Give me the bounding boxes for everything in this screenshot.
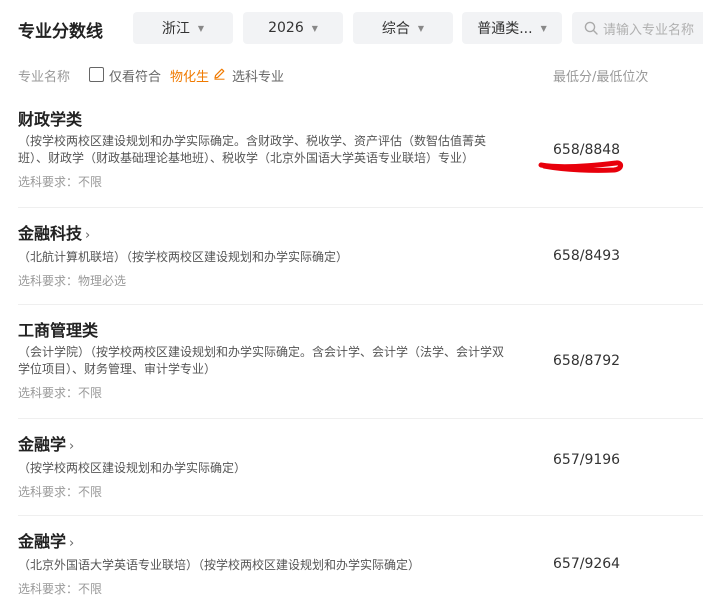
column-score: 最低分/最低位次 (553, 70, 649, 85)
row-divider (18, 515, 703, 516)
chevron-right-icon: › (69, 536, 75, 551)
chevron-right-icon: › (69, 439, 75, 454)
major-name-text: 金融学 (18, 435, 67, 454)
subject-requirement: 选科要求：不限 (18, 175, 103, 189)
major-row[interactable]: 金融学 › （按学校两校区建设规划和办学实际确定） 选科要求：不限 657/919… (18, 435, 703, 501)
top-bar: 专业分数线 浙江 ▼ 2026 ▼ 综合 ▼ 普通类... ▼ 请输入专业名称 (0, 0, 703, 56)
major-row[interactable]: 工商管理类 （会计学院）（按学校两校区建设规划和办学实际确定。含会计学、会计学（… (18, 321, 703, 402)
major-row[interactable]: 金融科技 › （北航计算机联培）（按学校两校区建设规划和办学实际确定） 选科要求：… (18, 224, 703, 290)
year-value: 2026 (268, 20, 304, 36)
major-row[interactable]: 金融学 › （北京外国语大学英语专业联培）（按学校两校区建设规划和办学实际确定） … (18, 532, 703, 598)
score-rank: 657/9196 (553, 452, 621, 468)
caret-down-icon: ▼ (197, 23, 205, 33)
caret-down-icon: ▼ (540, 23, 547, 33)
score-rank: 658/8792 (553, 353, 621, 369)
list-header: 专业名称 仅看符合 物化生 选科专业 最低分/最低位次 (18, 66, 688, 85)
major-description: （北京外国语大学英语专业联培）（按学校两校区建设规划和办学实际确定） (18, 558, 421, 572)
row-divider (18, 207, 703, 208)
subject-requirement: 选科要求：不限 (18, 386, 103, 400)
pencil-icon[interactable] (213, 67, 226, 80)
major-row[interactable]: 财政学类 （按学校两校区建设规划和办学实际确定。含财政学、税收学、资产评估（数智… (18, 110, 703, 191)
major-name-text: 工商管理类 (18, 321, 99, 340)
batch-value: 普通类... (477, 21, 533, 37)
score-rank: 657/9264 (553, 556, 621, 572)
major-name: 财政学类 (18, 110, 703, 130)
score-rank: 658/8493 (553, 248, 621, 264)
major-name-text: 金融学 (18, 532, 67, 551)
only-match-checkbox[interactable] (89, 67, 104, 82)
chevron-right-icon: › (85, 228, 91, 243)
category-value: 综合 (381, 21, 410, 37)
search-icon (584, 21, 598, 35)
subject-requirement: 选科要求：不限 (18, 582, 103, 596)
major-description: （按学校两校区建设规划和办学实际确定。含财政学、税收学、资产评估（数智估值菁英班… (18, 134, 487, 165)
batch-select[interactable]: 普通类... ▼ (462, 12, 562, 44)
search-input[interactable]: 请输入专业名称 (572, 12, 703, 44)
major-name[interactable]: 金融科技 › (18, 224, 703, 246)
category-select[interactable]: 综合 ▼ (353, 12, 453, 44)
search-placeholder: 请输入专业名称 (603, 22, 695, 38)
caret-down-icon: ▼ (311, 23, 318, 33)
province-value: 浙江 (161, 21, 190, 37)
row-divider (18, 418, 703, 419)
major-description: （会计学院）（按学校两校区建设规划和办学实际确定。含会计学、会计学（法学、会计学… (18, 345, 505, 376)
subject-suffix-label: 选科专业 (232, 70, 285, 85)
row-divider (18, 304, 703, 305)
only-match-label[interactable]: 仅看符合 (109, 66, 161, 85)
column-major-name: 专业名称 (18, 70, 71, 85)
major-name-text: 财政学类 (18, 110, 83, 129)
caret-down-icon: ▼ (417, 23, 425, 33)
year-select[interactable]: 2026 ▼ (243, 12, 343, 44)
major-name[interactable]: 金融学 › (18, 532, 703, 554)
subject-requirement: 选科要求：不限 (18, 485, 103, 499)
red-underline-annotation (538, 160, 624, 173)
major-name-text: 金融科技 (18, 224, 83, 243)
subject-combo-link[interactable]: 物化生 (170, 66, 209, 85)
province-select[interactable]: 浙江 ▼ (133, 12, 233, 44)
page-title: 专业分数线 (18, 22, 103, 42)
major-description: （北航计算机联培）（按学校两校区建设规划和办学实际确定） (18, 250, 349, 264)
subject-requirement: 选科要求：物理必选 (18, 274, 127, 288)
major-description: （按学校两校区建设规划和办学实际确定） (18, 461, 247, 475)
major-name: 工商管理类 (18, 321, 703, 341)
